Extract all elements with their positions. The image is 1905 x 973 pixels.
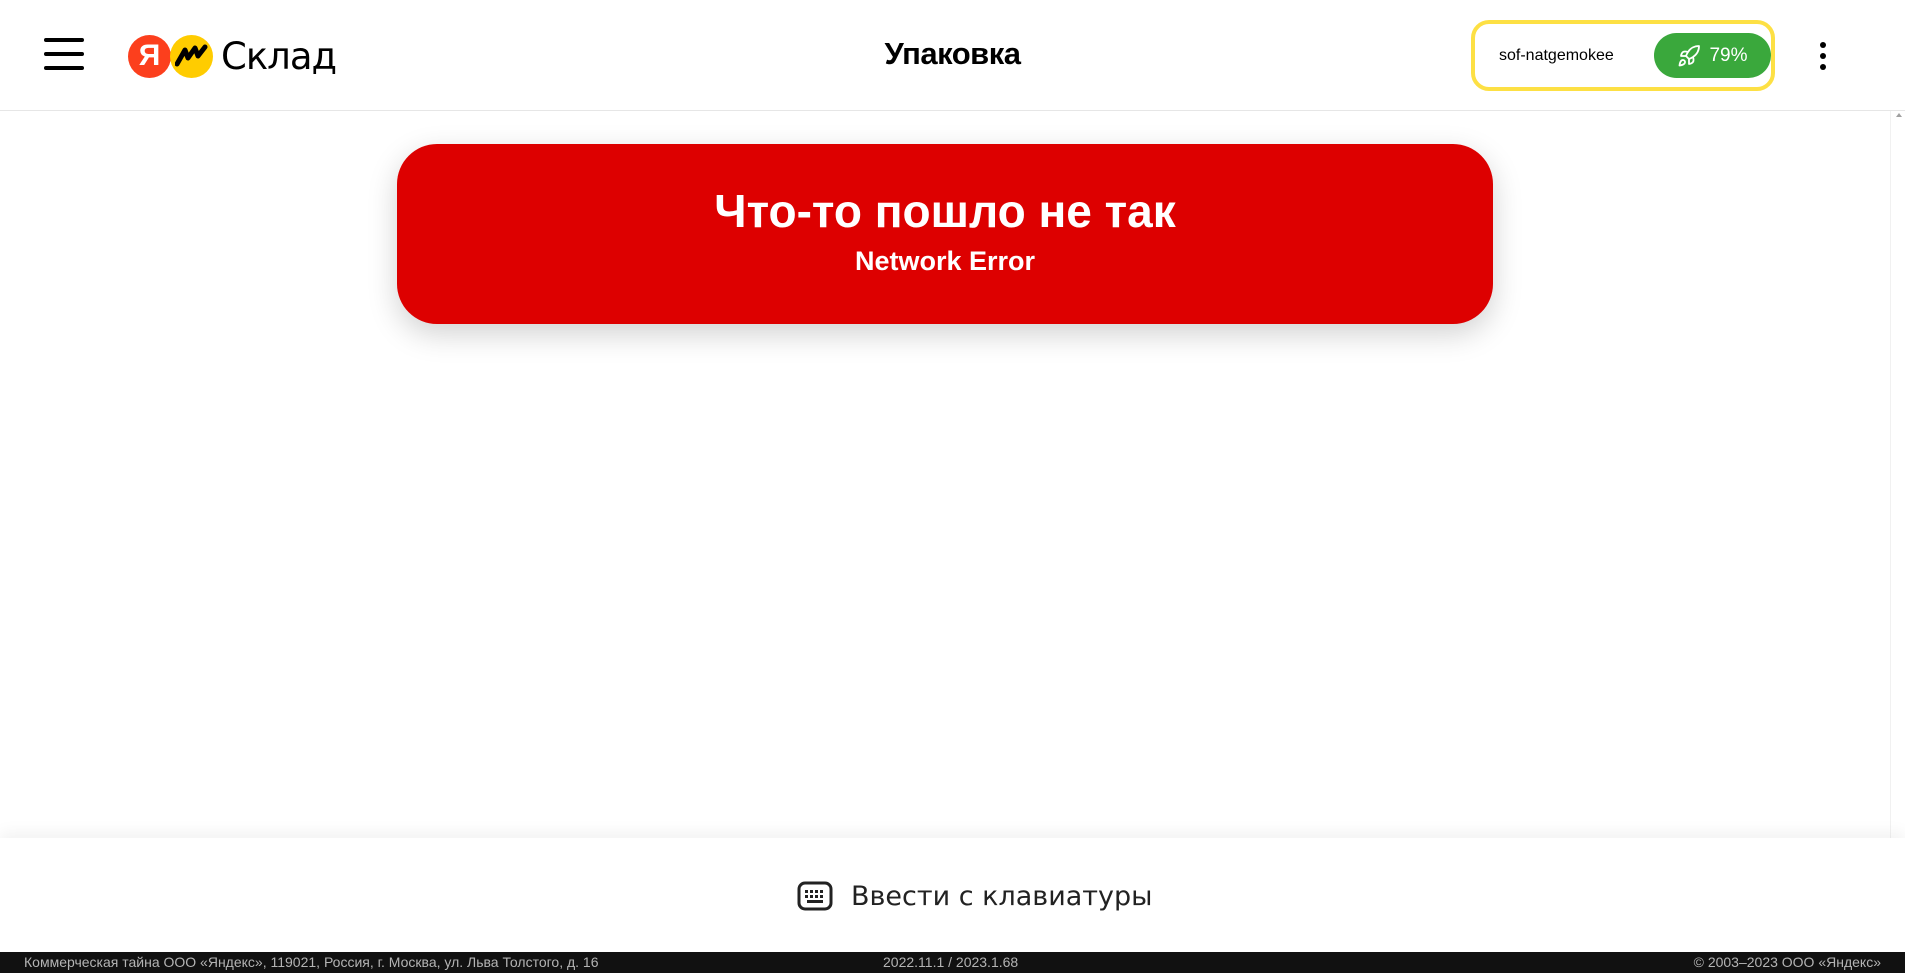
user-status-box[interactable]: sof-natgemokee 79% [1471,20,1775,91]
error-subtitle: Network Error [854,246,1036,276]
keyboard-button-label: Ввести с клавиатуры [851,880,1153,912]
keyboard-icon [797,881,833,911]
progress-value: 79% [1709,44,1748,66]
bottom-action-bar: Ввести с клавиатуры [0,838,1905,952]
user-name: sof-natgemokee [1499,46,1614,64]
more-vertical-icon[interactable] [1816,42,1830,70]
footer-legal-text: Коммерческая тайна ООО «Яндекс», 119021,… [24,954,599,970]
kebab-dot [1820,64,1826,70]
page-footer: Коммерческая тайна ООО «Яндекс», 119021,… [0,952,1905,973]
app-header: Я Склад Упаковка sof-natgemokee 79% [0,0,1905,111]
scrollbar[interactable] [1890,111,1905,838]
kebab-dot [1820,42,1826,48]
error-banner: Что-то пошло не так Network Error [397,144,1493,324]
progress-badge[interactable]: 79% [1654,33,1771,78]
footer-version: 2022.11.1 / 2023.1.68 [883,954,1019,970]
keyboard-input-button[interactable]: Ввести с клавиатуры [797,878,1152,914]
kebab-dot [1820,53,1826,59]
scroll-up-arrow[interactable] [1896,113,1902,117]
footer-copyright: © 2003–2023 ООО «Яндекс» [1693,954,1881,970]
error-title: Что-то пошло не так [714,185,1176,237]
rocket-icon [1679,44,1701,66]
